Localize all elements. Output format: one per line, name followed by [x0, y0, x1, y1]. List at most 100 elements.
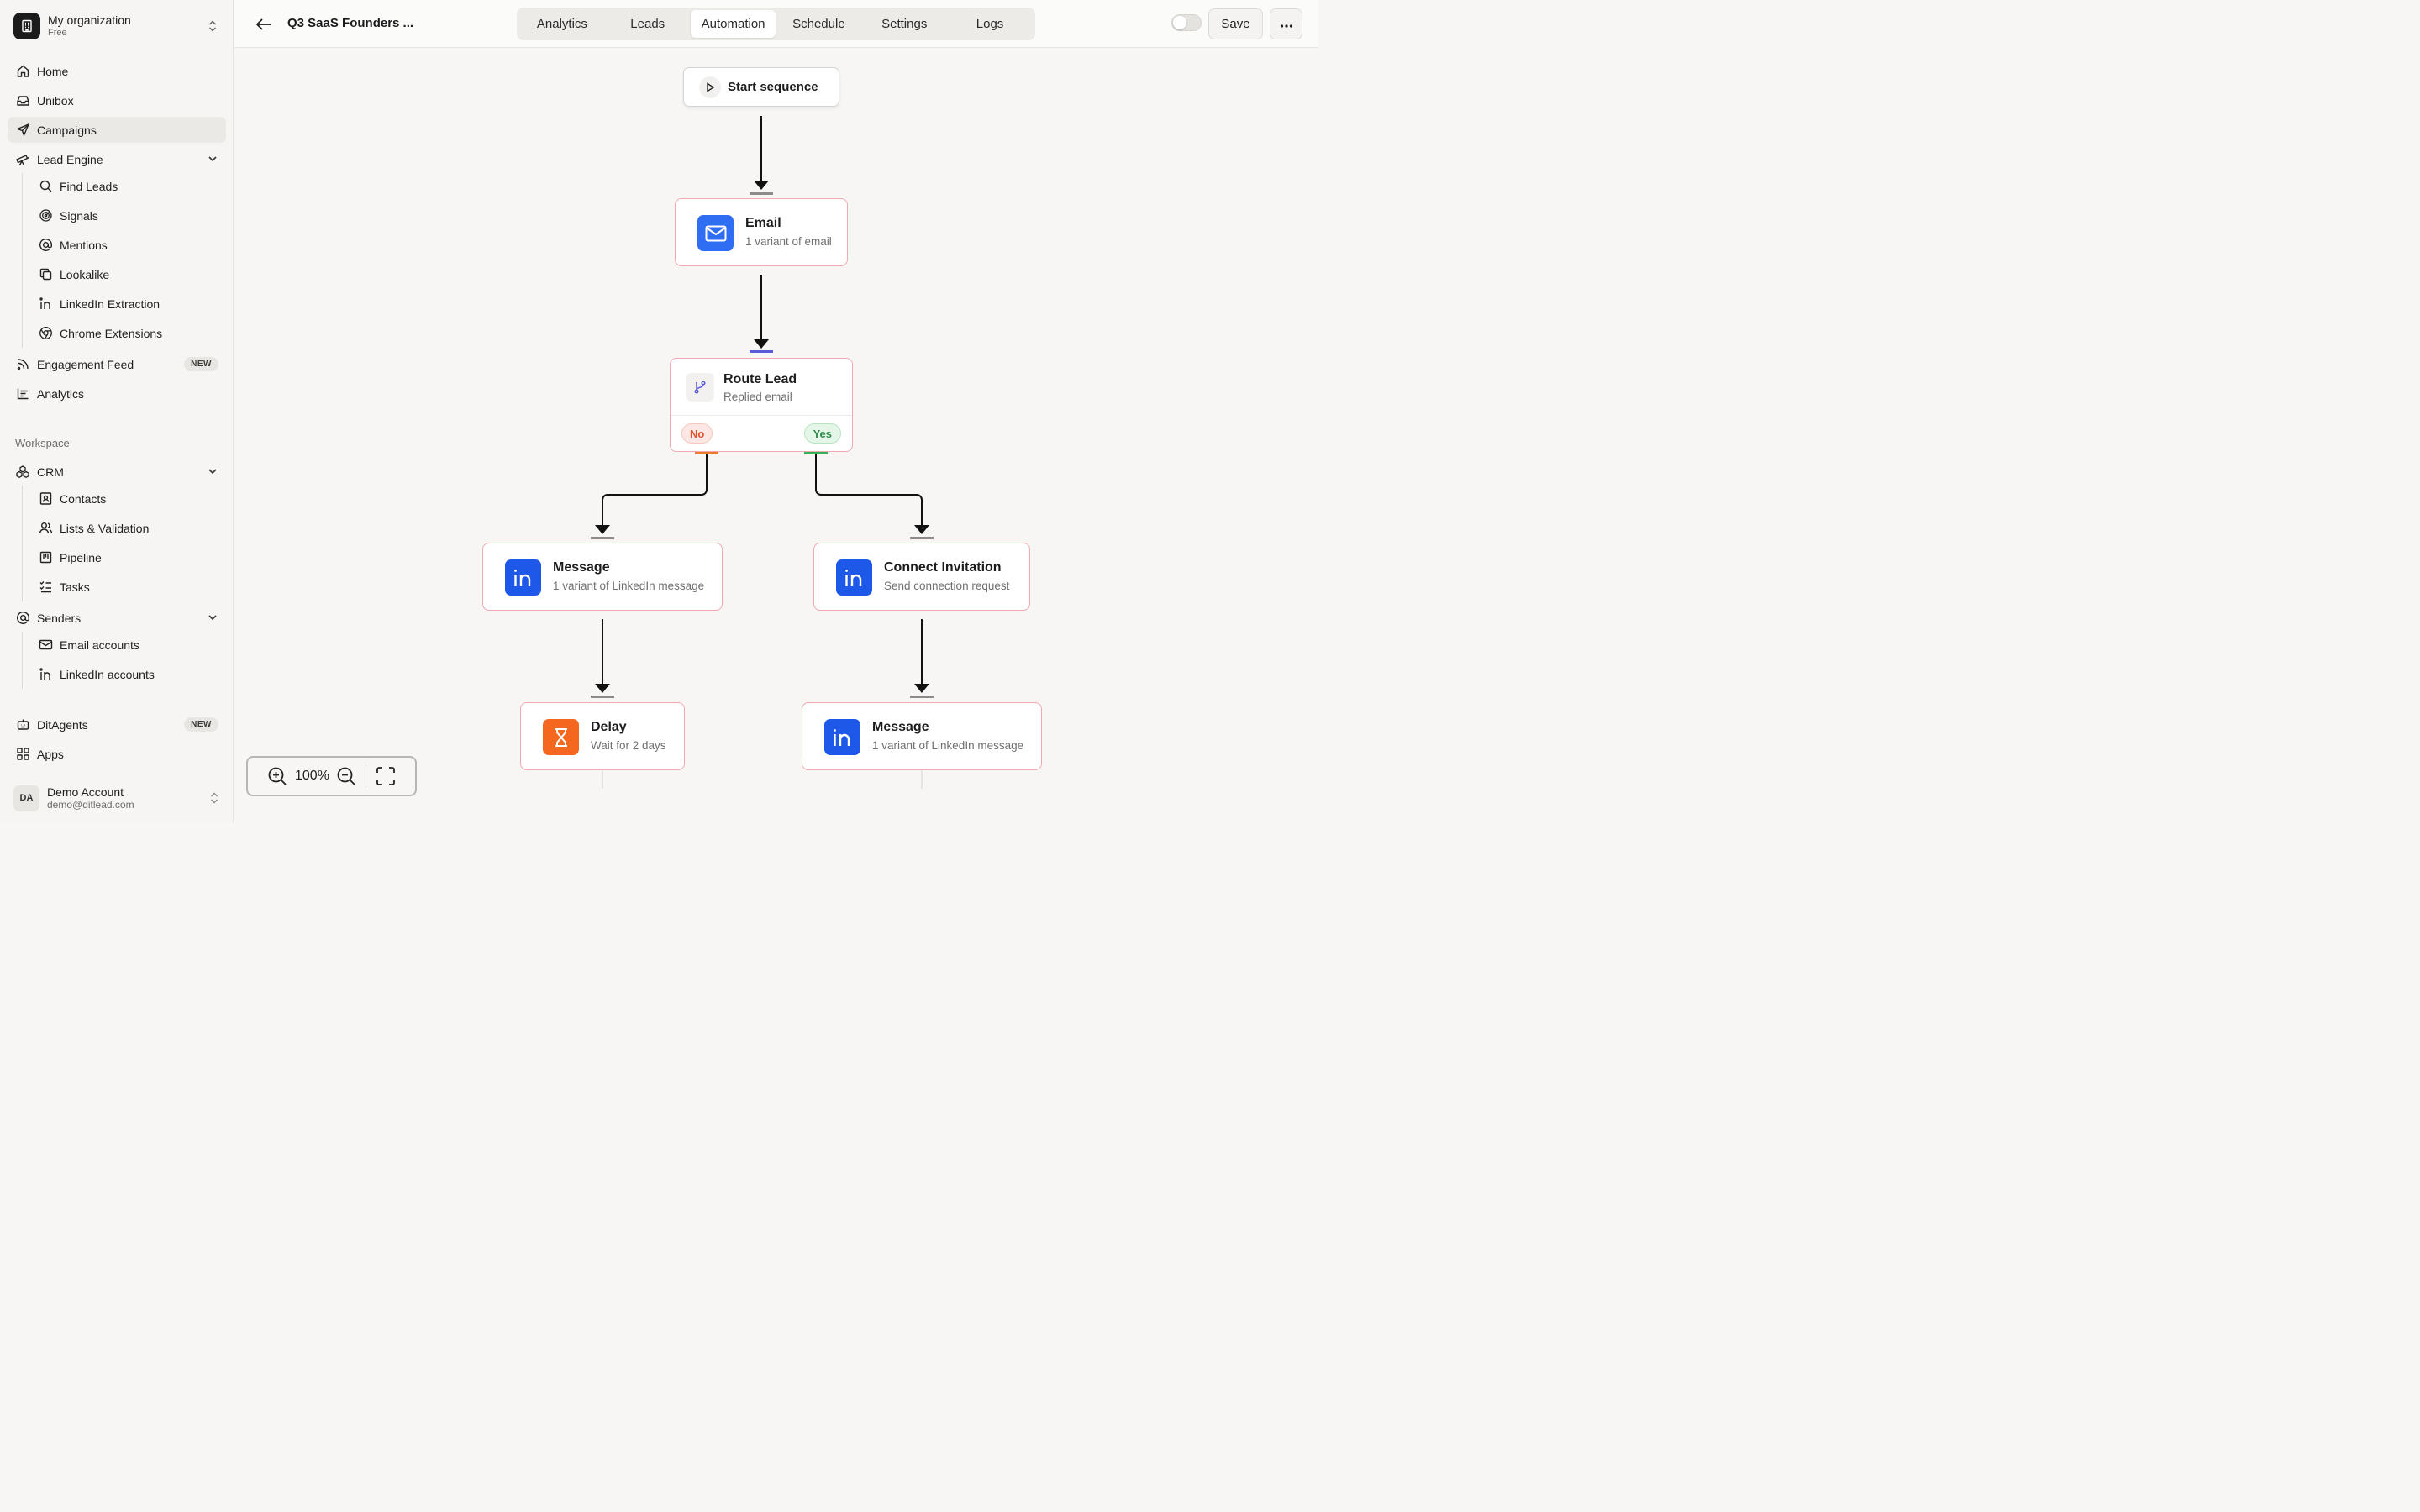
- sidebar-item-label: Unibox: [37, 93, 74, 108]
- sidebar-item-engagement-feed[interactable]: Engagement Feed NEW: [8, 351, 226, 377]
- fit-view-icon[interactable]: [376, 766, 396, 786]
- linkedin-icon: [38, 297, 53, 312]
- search-icon: [38, 179, 53, 194]
- sidebar-item-linkedin-accounts[interactable]: LinkedIn accounts: [30, 661, 224, 687]
- tab-schedule[interactable]: Schedule: [776, 10, 861, 38]
- sidebar-item-home[interactable]: Home: [8, 58, 226, 84]
- hourglass-icon: [543, 719, 579, 755]
- sidebar-item-label: Apps: [37, 747, 64, 761]
- node-subtitle: Wait for 2 days: [591, 739, 666, 752]
- account-email: demo@ditlead.com: [47, 799, 134, 811]
- linkedin-message-node[interactable]: Message 1 variant of LinkedIn message: [802, 702, 1042, 770]
- start-sequence-label: Start sequence: [728, 80, 818, 94]
- ellipsis-icon: [1280, 17, 1293, 32]
- sidebar-item-contacts[interactable]: Contacts: [30, 486, 224, 512]
- sidebar-item-linkedin-extraction[interactable]: LinkedIn Extraction: [30, 291, 224, 317]
- bar-chart-icon: [15, 386, 30, 402]
- at-sign-icon: [38, 238, 53, 253]
- zoom-level: 100%: [295, 769, 329, 783]
- sidebar-item-label: Find Leads: [60, 179, 118, 193]
- sidebar: My organization Free Home Unibox Campaig…: [0, 0, 234, 823]
- sidebar-item-ditagents[interactable]: DitAgents NEW: [8, 711, 226, 738]
- more-options-button[interactable]: [1270, 8, 1302, 39]
- avatar: DA: [13, 785, 39, 811]
- node-title: Message: [553, 560, 610, 575]
- tab-automation[interactable]: Automation: [690, 10, 776, 38]
- account-switcher[interactable]: DA Demo Account demo@ditlead.com: [13, 783, 224, 813]
- tab-leads[interactable]: Leads: [605, 10, 691, 38]
- sidebar-item-label: Analytics: [37, 386, 85, 401]
- toggle-knob: [1173, 16, 1186, 29]
- sidebar-item-tasks[interactable]: Tasks: [30, 574, 224, 600]
- org-switcher[interactable]: My organization Free: [13, 12, 222, 40]
- sidebar-item-lookalike[interactable]: Lookalike: [30, 261, 224, 287]
- mail-icon: [38, 638, 53, 653]
- send-icon: [15, 123, 30, 138]
- sidebar-item-chrome-extensions[interactable]: Chrome Extensions: [30, 320, 224, 346]
- building-icon: [13, 13, 40, 39]
- route-lead-node[interactable]: Route Lead Replied email No Yes: [670, 358, 853, 452]
- sidebar-item-label: DitAgents: [37, 717, 88, 732]
- save-button[interactable]: Save: [1208, 8, 1263, 39]
- at-sign-icon: [15, 611, 30, 626]
- back-arrow-icon[interactable]: [255, 15, 273, 34]
- sidebar-item-crm[interactable]: CRM: [8, 459, 226, 485]
- sidebar-item-unibox[interactable]: Unibox: [8, 87, 226, 113]
- start-sequence-node[interactable]: Start sequence: [683, 67, 839, 107]
- chevron-up-down-icon[interactable]: [207, 19, 218, 37]
- sidebar-item-pipeline[interactable]: Pipeline: [30, 544, 224, 570]
- chevron-down-icon[interactable]: [207, 612, 218, 626]
- connect-invitation-node[interactable]: Connect Invitation Send connection reque…: [813, 543, 1030, 611]
- node-subtitle: 1 variant of email: [745, 235, 832, 248]
- chevron-up-down-icon[interactable]: [208, 791, 220, 809]
- sidebar-item-email-accounts[interactable]: Email accounts: [30, 632, 224, 658]
- tab-settings[interactable]: Settings: [861, 10, 947, 38]
- sidebar-item-label: Signals: [60, 208, 98, 223]
- kanban-icon: [38, 550, 53, 565]
- sidebar-item-find-leads[interactable]: Find Leads: [30, 173, 224, 199]
- tree-line: [22, 632, 23, 689]
- tab-analytics[interactable]: Analytics: [519, 10, 605, 38]
- sidebar-item-senders[interactable]: Senders: [8, 605, 226, 631]
- sidebar-item-campaigns[interactable]: Campaigns: [8, 117, 226, 143]
- tab-logs[interactable]: Logs: [947, 10, 1033, 38]
- chevron-down-icon[interactable]: [207, 465, 218, 480]
- sidebar-item-lead-engine[interactable]: Lead Engine: [8, 146, 226, 172]
- new-badge: NEW: [184, 717, 218, 732]
- sidebar-item-label: Lead Engine: [37, 152, 103, 166]
- sidebar-item-label: CRM: [37, 465, 64, 479]
- org-name: My organization: [48, 13, 131, 27]
- automation-canvas[interactable]: Start sequence Email 1 variant of email …: [234, 48, 1318, 823]
- connector-handle: [910, 537, 934, 539]
- delay-node[interactable]: Delay Wait for 2 days: [520, 702, 685, 770]
- campaign-active-toggle[interactable]: [1171, 14, 1202, 31]
- sidebar-item-mentions[interactable]: Mentions: [30, 232, 224, 258]
- zoom-out-icon[interactable]: [336, 766, 356, 786]
- sidebar-item-apps[interactable]: Apps: [8, 741, 226, 767]
- linkedin-icon: [505, 559, 541, 596]
- sidebar-item-signals[interactable]: Signals: [30, 202, 224, 228]
- zoom-in-icon[interactable]: [267, 766, 287, 786]
- radar-icon: [38, 208, 53, 223]
- grid-icon: [15, 747, 30, 762]
- new-badge: NEW: [184, 357, 218, 371]
- route-no-branch[interactable]: No: [681, 423, 713, 444]
- edge-no-message: [602, 454, 708, 531]
- linkedin-message-node[interactable]: Message 1 variant of LinkedIn message: [482, 543, 723, 611]
- play-icon: [699, 76, 721, 98]
- chevron-down-icon[interactable]: [207, 153, 218, 167]
- sidebar-item-label: LinkedIn accounts: [60, 667, 155, 681]
- sidebar-item-label: Contacts: [60, 491, 107, 506]
- email-node[interactable]: Email 1 variant of email: [675, 198, 848, 266]
- sidebar-item-analytics[interactable]: Analytics: [8, 381, 226, 407]
- top-bar: Q3 SaaS Founders ... Analytics Leads Aut…: [234, 0, 1318, 48]
- arrow-head: [595, 684, 610, 693]
- git-branch-icon: [686, 373, 714, 402]
- home-icon: [15, 64, 30, 79]
- campaign-title: Q3 SaaS Founders ...: [287, 16, 414, 30]
- arrow-head: [595, 525, 610, 534]
- edge-yes-connect: [815, 454, 923, 531]
- bot-icon: [15, 717, 30, 732]
- route-yes-branch[interactable]: Yes: [803, 423, 841, 444]
- sidebar-item-lists-validation[interactable]: Lists & Validation: [30, 515, 224, 541]
